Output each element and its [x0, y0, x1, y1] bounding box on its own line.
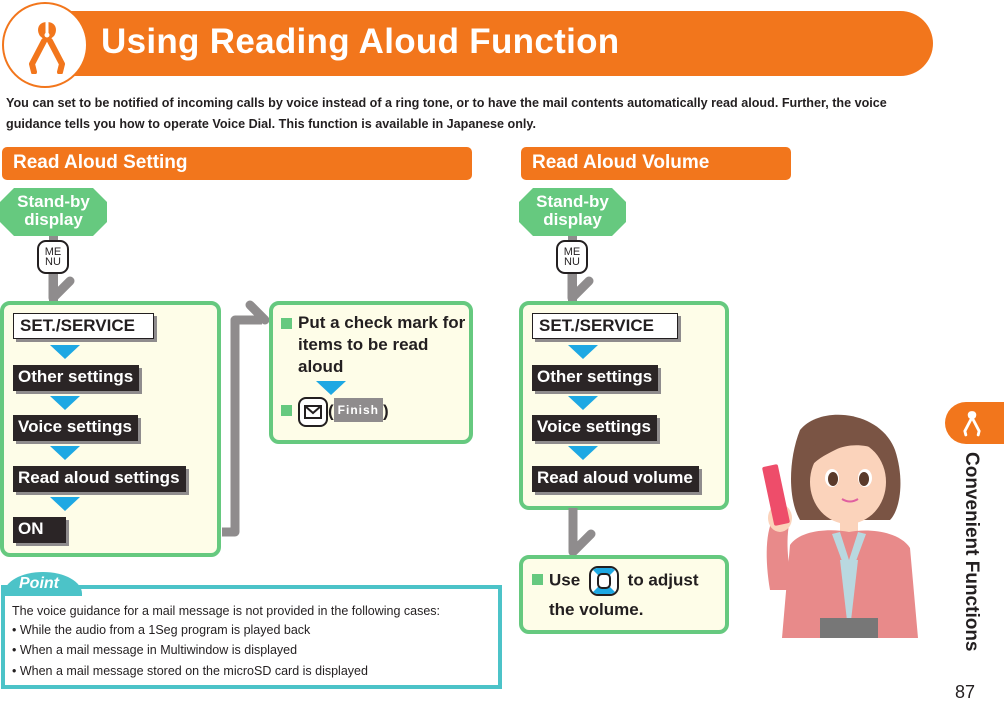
standby-display-badge: Stand-by display [519, 188, 626, 236]
menu-step-voice-settings[interactable]: Voice settings [13, 415, 138, 441]
bullet-icon [532, 574, 543, 586]
down-arrow-icon [50, 345, 80, 359]
down-arrow-icon [50, 497, 80, 511]
flow-arrow-icon [567, 270, 594, 303]
connector-arrow-icon [222, 300, 270, 537]
pliers-icon [963, 411, 981, 437]
chapter-tab[interactable] [945, 402, 1004, 444]
mail-key-icon[interactable] [298, 397, 328, 427]
down-arrow-icon [568, 446, 598, 460]
navigation-key-icon[interactable] [588, 566, 619, 596]
flow-arrow-icon [48, 270, 75, 303]
pliers-icon [29, 22, 65, 74]
chapter-label: Convenient Functions [961, 452, 982, 652]
standby-display-badge: Stand-by display [0, 188, 107, 236]
point-item-text: When a mail message stored on the microS… [19, 664, 368, 678]
menu-step-other-settings[interactable]: Other settings [13, 365, 140, 391]
adjust-text: to adjust [627, 570, 699, 590]
flow-arrow-icon [568, 508, 596, 557]
menu-step-set-service[interactable]: SET./SERVICE [13, 313, 154, 339]
step-finish: (Finish) [281, 397, 389, 427]
menu-step-voice-settings[interactable]: Voice settings [532, 415, 657, 441]
menu-step-set-service[interactable]: SET./SERVICE [532, 313, 678, 339]
finish-softkey[interactable]: Finish [333, 398, 384, 423]
menu-key-line2: NU [564, 256, 580, 268]
point-item-text: While the audio from a 1Seg program is p… [19, 623, 311, 637]
page-title: Using Reading Aloud Function [101, 22, 620, 61]
section-header-read-aloud-volume: Read Aloud Volume [521, 147, 791, 180]
down-arrow-icon [568, 345, 598, 359]
down-arrow-icon [316, 381, 346, 395]
menu-step-on[interactable]: ON [13, 517, 66, 543]
menu-step-other-settings[interactable]: Other settings [532, 365, 659, 391]
paren-close: ) [383, 401, 389, 421]
point-item: • When a mail message stored on the micr… [12, 664, 368, 678]
point-item: • When a mail message in Multiwindow is … [12, 643, 298, 657]
step-check-items-text: Put a check mark for items to be read al… [298, 313, 466, 376]
menu-key-icon: ME NU [556, 240, 588, 274]
point-item: • While the audio from a 1Seg program is… [12, 623, 311, 637]
bullet-icon [281, 318, 292, 329]
point-item-text: When a mail message in Multiwindow is di… [19, 643, 298, 657]
menu-step-read-aloud-volume[interactable]: Read aloud volume [532, 466, 699, 492]
section-header-read-aloud-setting: Read Aloud Setting [2, 147, 472, 180]
point-intro: The voice guidance for a mail message is… [12, 604, 441, 618]
title-icon-circle [2, 2, 88, 88]
menu-key-icon: ME NU [37, 240, 69, 274]
intro-text: You can set to be notified of incoming c… [6, 96, 887, 131]
step-adjust-volume: Use to adjust the volume. [532, 566, 699, 624]
step-check-items: Put a check mark for items to be read al… [281, 312, 466, 378]
down-arrow-icon [568, 396, 598, 410]
down-arrow-icon [50, 446, 80, 460]
menu-key-line2: NU [45, 256, 61, 268]
point-label: Point [4, 572, 82, 596]
page-number: 87 [955, 682, 976, 702]
volume-text: the volume. [549, 600, 644, 619]
down-arrow-icon [50, 396, 80, 410]
menu-step-read-aloud-settings[interactable]: Read aloud settings [13, 466, 186, 492]
bullet-icon [281, 405, 292, 417]
woman-with-phone-illustration [762, 414, 918, 638]
use-text: Use [549, 570, 581, 590]
